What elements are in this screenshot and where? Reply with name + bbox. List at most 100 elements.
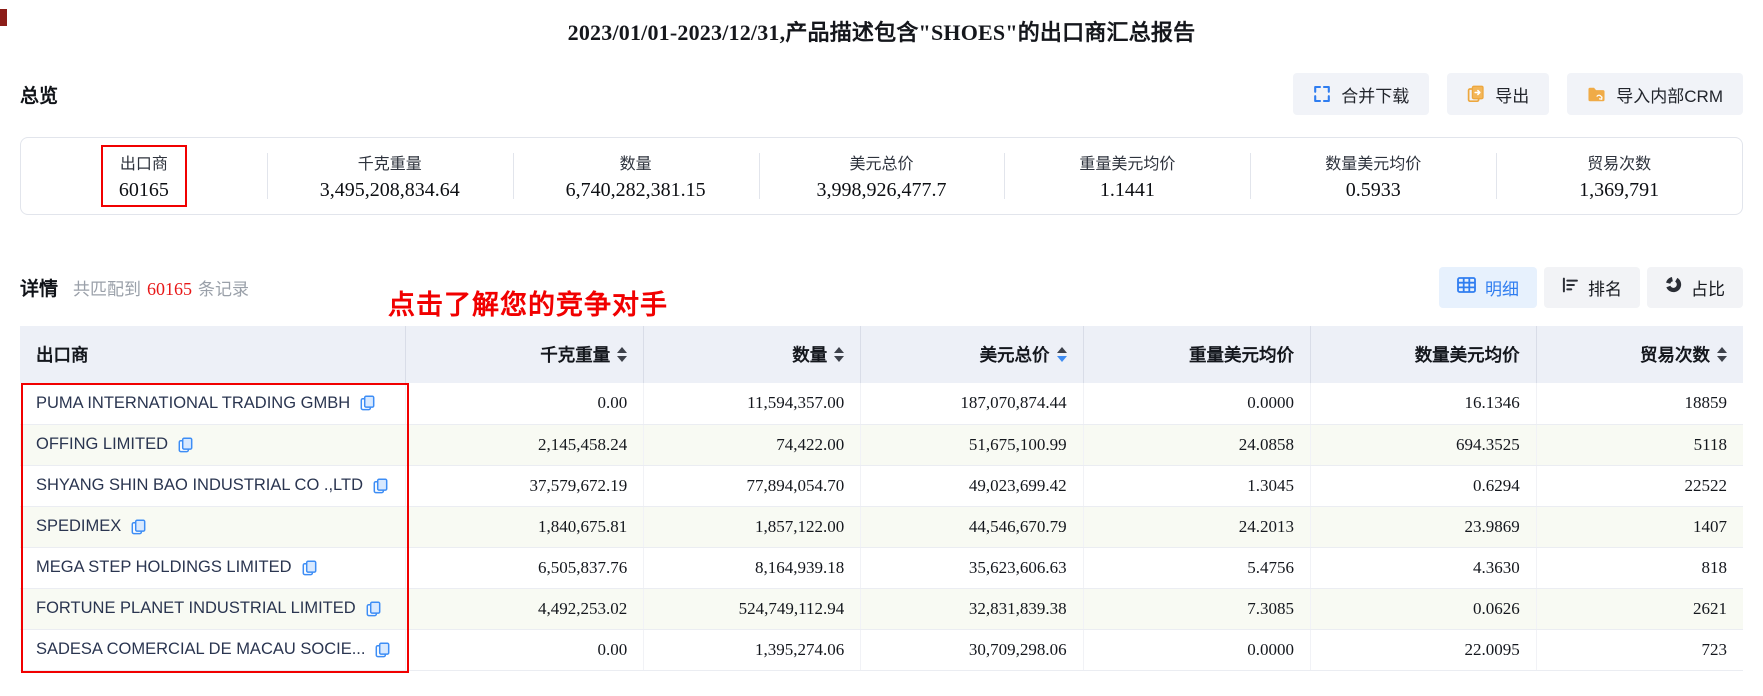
action-button-merge-download[interactable]: 合并下载 [1293, 73, 1430, 115]
value-cell: 24.2013 [1083, 506, 1311, 548]
stat-inner: 数量美元均价 0.5933 [1309, 147, 1437, 205]
sort-desc-icon [834, 356, 845, 362]
column-header: 数量美元均价 [1310, 326, 1537, 383]
table-row: PUMA INTERNATIONAL TRADING GMBH 0.00 11,59… [20, 383, 1743, 425]
copy-icon[interactable] [131, 518, 146, 535]
action-button-label: 导出 [1495, 86, 1530, 106]
report-title-bar: 2023/01/01-2023/12/31,产品描述包含"SHOES"的出口商汇… [20, 0, 1743, 47]
value-cell: 22.0095 [1310, 629, 1537, 671]
stat-cell: 重量美元均价 1.1441 [1004, 138, 1250, 214]
exporter-name[interactable]: SHYANG SHIN BAO INDUSTRIAL CO .,LTD [36, 476, 363, 495]
value-cell: 35,623,606.63 [860, 547, 1084, 589]
ranking-bars-icon [1562, 277, 1579, 298]
stat-cell: 出口商 60165 [21, 138, 267, 214]
sort-arrows-icon[interactable] [834, 347, 845, 362]
action-button-import-crm[interactable]: 导入内部CRM [1567, 73, 1743, 115]
view-tab-ranking-bars[interactable]: 排名 [1544, 266, 1640, 308]
column-header-label: 美元总价 [979, 345, 1050, 365]
value-cell: 187,070,874.44 [860, 383, 1084, 425]
copy-icon[interactable] [178, 436, 193, 453]
view-tab-table-grid[interactable]: 明细 [1439, 266, 1537, 308]
exporter-cell: OFFING LIMITED [20, 424, 407, 466]
value-cell: 24.0858 [1083, 424, 1311, 466]
value-cell: 4,492,253.02 [405, 588, 645, 630]
value-cell: 23.9869 [1310, 506, 1537, 548]
value-cell: 1.3045 [1083, 465, 1311, 507]
column-header-label: 数量美元均价 [1414, 345, 1520, 365]
copy-icon[interactable] [302, 559, 317, 576]
sort-arrows-icon[interactable] [1056, 347, 1067, 362]
column-header-label: 贸易次数 [1640, 345, 1710, 365]
exporter-name[interactable]: SADESA COMERCIAL DE MACAU SOCIE... [36, 640, 365, 659]
table-row: SPEDIMEX 1,840,675.81 1,857,122.00 44,546,6… [20, 506, 1743, 548]
exporter-cell: SPEDIMEX [20, 506, 407, 548]
copy-icon[interactable] [366, 600, 381, 617]
column-header-inner: 数量 [660, 342, 845, 367]
exporter-cell-inner: SHYANG SHIN BAO INDUSTRIAL CO .,LTD [36, 476, 389, 495]
sort-desc-icon [1717, 356, 1727, 362]
table-header-row: 出口商 千克重量 数量 美元总价 重量美元均价 数量美元均价 贸易次数 [20, 326, 1743, 383]
stat-value: 60165 [118, 179, 169, 201]
column-header-label: 出口商 [36, 345, 89, 365]
copy-icon[interactable] [375, 641, 390, 658]
value-cell: 5.4756 [1083, 547, 1311, 589]
value-cell: 6,505,837.76 [405, 547, 645, 589]
action-button-label: 导入内部CRM [1616, 86, 1723, 106]
column-header[interactable]: 数量 [643, 326, 862, 383]
copy-icon[interactable] [373, 477, 388, 494]
exporter-cell-inner: SPEDIMEX [36, 517, 389, 536]
value-cell: 0.0626 [1310, 588, 1537, 630]
value-cell: 4.3630 [1310, 547, 1537, 589]
action-buttons: 合并下载 导出 导入内部CRM [1293, 73, 1743, 115]
value-cell: 1,840,675.81 [405, 506, 645, 548]
sort-asc-icon [1717, 347, 1727, 353]
exporter-name[interactable]: SPEDIMEX [36, 517, 121, 536]
value-cell: 723 [1536, 629, 1743, 671]
copy-icon[interactable] [360, 395, 375, 411]
value-cell: 11,594,357.00 [643, 383, 862, 425]
value-cell: 8,164,939.18 [643, 547, 862, 589]
column-header-inner: 重量美元均价 [1100, 342, 1294, 367]
table-row: SADESA COMERCIAL DE MACAU SOCIE... 0.00 1,… [20, 629, 1743, 671]
donut-chart-icon [1665, 276, 1682, 298]
stat-value: 1.1441 [1099, 179, 1155, 201]
stat-inner: 千克重量 3,495,208,834.64 [304, 147, 476, 205]
value-cell: 5118 [1536, 424, 1743, 466]
action-button-export[interactable]: 导出 [1447, 73, 1550, 115]
column-header: 重量美元均价 [1083, 326, 1311, 383]
stat-highlight-box: 出口商 60165 [100, 145, 187, 207]
value-cell: 524,749,112.94 [643, 588, 862, 630]
stats-bar: 出口商 60165 千克重量 3,495,208,834.64 数量 6,740,282,… [20, 137, 1743, 215]
column-header: 出口商 [20, 326, 407, 383]
exporter-table-wrap: 出口商 千克重量 数量 美元总价 重量美元均价 数量美元均价 贸易次数 PUMA INTER… [20, 326, 1743, 673]
column-header-inner: 数量美元均价 [1327, 342, 1520, 367]
value-cell: 49,023,699.42 [860, 465, 1084, 507]
export-report-page: 2023/01/01-2023/12/31,产品描述包含"SHOES"的出口商汇… [0, 0, 1763, 696]
value-cell: 30,709,298.06 [860, 629, 1084, 671]
value-cell: 18859 [1536, 383, 1743, 425]
stat-cell: 数量美元均价 0.5933 [1250, 138, 1496, 214]
stat-cell: 千克重量 3,495,208,834.64 [266, 138, 513, 214]
column-header-inner: 千克重量 [422, 342, 628, 367]
column-header-label: 千克重量 [540, 345, 611, 365]
view-tab-donut-chart[interactable]: 占比 [1647, 266, 1743, 308]
stat-label: 千克重量 [357, 156, 422, 173]
column-header[interactable]: 美元总价 [860, 326, 1084, 383]
stat-cell: 美元总价 3,998,926,477.7 [758, 138, 1005, 214]
stat-inner: 重量美元均价 1.1441 [1063, 147, 1191, 205]
exporter-name[interactable]: OFFING LIMITED [36, 435, 168, 454]
sort-arrows-icon[interactable] [1717, 347, 1727, 362]
column-header[interactable]: 千克重量 [405, 326, 645, 383]
stat-inner: 贸易次数 1,369,791 [1563, 147, 1675, 205]
exporter-cell-inner: OFFING LIMITED [36, 435, 389, 454]
value-cell: 0.0000 [1083, 629, 1311, 671]
column-header[interactable]: 贸易次数 [1536, 326, 1743, 383]
value-cell: 1,857,122.00 [643, 506, 862, 548]
column-header-inner: 贸易次数 [1553, 342, 1727, 367]
sort-arrows-icon[interactable] [617, 347, 628, 362]
exporter-name[interactable]: FORTUNE PLANET INDUSTRIAL LIMITED [36, 599, 356, 618]
exporter-name[interactable]: MEGA STEP HOLDINGS LIMITED [36, 558, 292, 577]
detail-heading: 详情 [20, 278, 59, 300]
exporter-name[interactable]: PUMA INTERNATIONAL TRADING GMBH [36, 394, 350, 413]
view-tabs: 明细 排名 占比 [1439, 266, 1743, 308]
